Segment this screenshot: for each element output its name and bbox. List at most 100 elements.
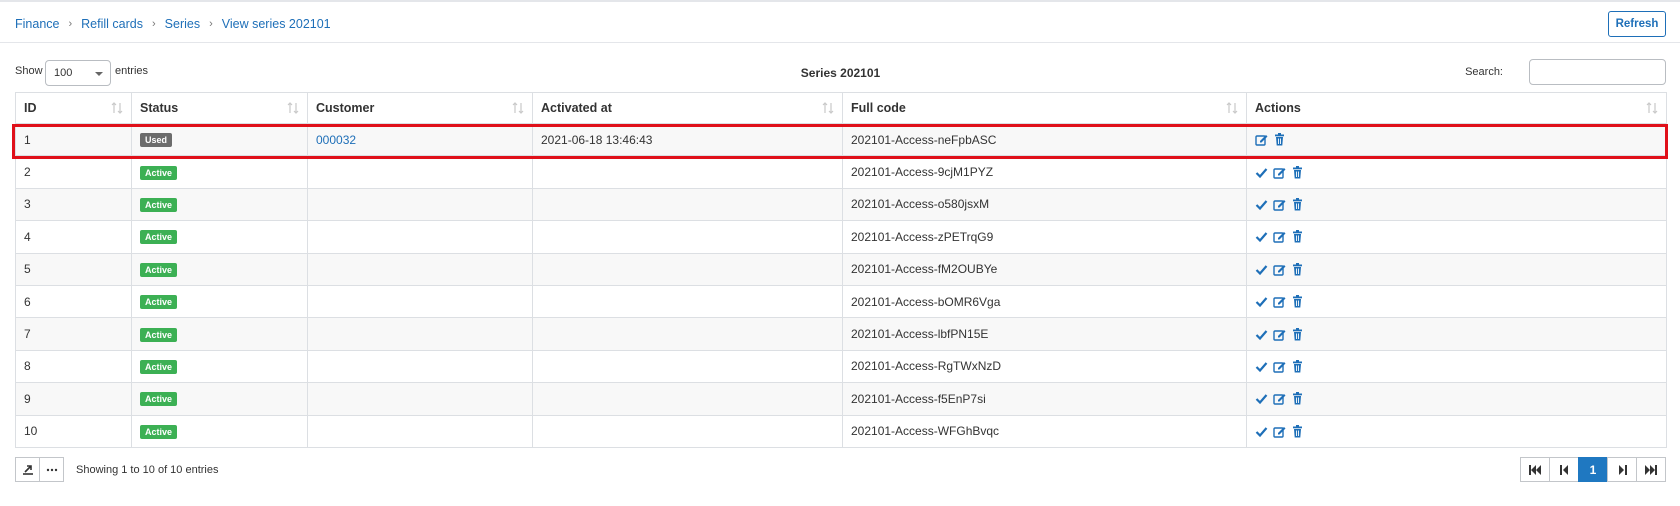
check-icon[interactable] (1255, 166, 1268, 179)
cell-status: Active (131, 317, 308, 351)
status-badge: Active (140, 197, 178, 212)
table-row: 9 Active 202101-Access-f5EnP7si (15, 382, 1667, 416)
cell-actions (1246, 284, 1667, 319)
cell-activated-at (532, 317, 843, 351)
first-page-button[interactable] (1520, 457, 1550, 482)
pagination: 1 (1520, 457, 1666, 482)
trash-icon[interactable] (1291, 392, 1304, 405)
next-page-button[interactable] (1607, 457, 1637, 482)
check-icon[interactable] (1255, 392, 1268, 405)
cell-status: Active (131, 382, 308, 416)
table-controls: Show 100 entries Series 202101 Search: (15, 58, 1666, 86)
edit-icon[interactable] (1273, 295, 1286, 308)
row-actions (1255, 197, 1658, 211)
previous-page-button[interactable] (1549, 457, 1579, 482)
column-header-actions[interactable]: Actions (1246, 92, 1667, 124)
trash-icon[interactable] (1291, 359, 1304, 373)
sort-icon (1646, 102, 1658, 114)
table-row: 3 Active 202101-Access-o580jsxM (15, 187, 1667, 222)
trash-icon[interactable] (1291, 327, 1304, 341)
check-icon[interactable] (1255, 230, 1268, 243)
cell-id: 9 (15, 382, 132, 416)
check-icon[interactable] (1255, 198, 1268, 211)
cell-activated-at (532, 187, 843, 222)
column-header-activated-at[interactable]: Activated at (532, 92, 843, 124)
cell-activated-at (532, 414, 843, 448)
cell-id: 1 (15, 122, 132, 157)
cell-actions (1246, 317, 1667, 351)
check-icon[interactable] (1255, 328, 1268, 341)
cell-actions (1246, 252, 1667, 286)
sort-icon (512, 102, 524, 114)
cell-customer (307, 252, 533, 286)
cell-customer (307, 349, 533, 384)
next-page-icon (1618, 464, 1627, 475)
trash-icon[interactable] (1291, 230, 1304, 243)
cell-customer (307, 220, 533, 254)
column-header-full-code[interactable]: Full code (842, 92, 1247, 124)
column-header-id[interactable]: ID (15, 92, 132, 124)
cell-customer (307, 155, 533, 189)
cell-full-code: 202101-Access-f5EnP7si (842, 382, 1247, 416)
status-badge: Active (140, 424, 178, 439)
check-icon[interactable] (1255, 360, 1268, 373)
table-row: 5 Active 202101-Access-fM2OUBYe (15, 252, 1667, 286)
row-actions (1255, 359, 1658, 373)
edit-icon[interactable] (1273, 360, 1286, 373)
trash-icon[interactable] (1291, 165, 1304, 179)
status-badge: Used (140, 133, 173, 148)
edit-icon[interactable] (1273, 230, 1286, 244)
table-info: Showing 1 to 10 of 10 entries (76, 464, 219, 476)
breadcrumb-finance[interactable]: Finance (15, 17, 59, 31)
first-page-icon (1529, 464, 1541, 475)
column-header-customer[interactable]: Customer (307, 92, 533, 124)
check-icon[interactable] (1255, 425, 1268, 438)
cell-full-code: 202101-Access-lbfPN15E (842, 317, 1247, 351)
cell-full-code: 202101-Access-zPETrqG9 (842, 220, 1247, 254)
row-actions (1255, 424, 1658, 438)
column-header-status[interactable]: Status (131, 92, 308, 124)
trash-icon[interactable] (1291, 197, 1304, 211)
cell-id: 8 (15, 349, 132, 384)
table-header-row: ID Status Customer Activated at Full cod… (15, 92, 1667, 124)
status-badge: Active (140, 165, 178, 180)
breadcrumb-view-series[interactable]: View series 202101 (222, 17, 331, 31)
status-badge: Active (140, 295, 178, 310)
check-icon[interactable] (1255, 263, 1268, 276)
chevron-right-icon: › (151, 18, 156, 30)
customer-link[interactable]: 000032 (316, 133, 356, 147)
edit-icon[interactable] (1273, 263, 1286, 276)
edit-icon[interactable] (1273, 166, 1286, 179)
edit-icon[interactable] (1255, 133, 1268, 146)
table-row: 4 Active 202101-Access-zPETrqG9 (15, 220, 1667, 254)
more-options-button[interactable] (39, 457, 64, 482)
search-input[interactable] (1529, 59, 1666, 85)
check-icon[interactable] (1255, 295, 1268, 308)
export-button[interactable] (15, 457, 40, 482)
sort-icon (822, 102, 834, 114)
edit-icon[interactable] (1273, 425, 1286, 438)
cell-status: Active (131, 252, 308, 286)
refresh-button[interactable]: Refresh (1608, 11, 1666, 37)
cell-status: Active (131, 220, 308, 254)
trash-icon[interactable] (1291, 262, 1304, 276)
last-page-button[interactable] (1636, 457, 1666, 482)
last-page-icon (1645, 464, 1657, 475)
more-icon (46, 468, 57, 471)
trash-icon[interactable] (1291, 424, 1304, 438)
edit-icon[interactable] (1273, 198, 1286, 211)
cell-actions (1246, 187, 1667, 222)
sort-icon (111, 102, 123, 114)
page-1-button[interactable]: 1 (1578, 457, 1608, 482)
breadcrumb-refill-cards[interactable]: Refill cards (81, 17, 143, 31)
cell-activated-at (532, 349, 843, 384)
status-badge: Active (140, 392, 178, 407)
edit-icon[interactable] (1273, 328, 1286, 341)
status-badge: Active (140, 327, 178, 342)
cell-activated-at (532, 220, 843, 254)
trash-icon[interactable] (1273, 133, 1286, 146)
status-badge: Active (140, 359, 178, 374)
trash-icon[interactable] (1291, 295, 1304, 308)
edit-icon[interactable] (1273, 392, 1286, 406)
breadcrumb-series[interactable]: Series (165, 17, 200, 31)
